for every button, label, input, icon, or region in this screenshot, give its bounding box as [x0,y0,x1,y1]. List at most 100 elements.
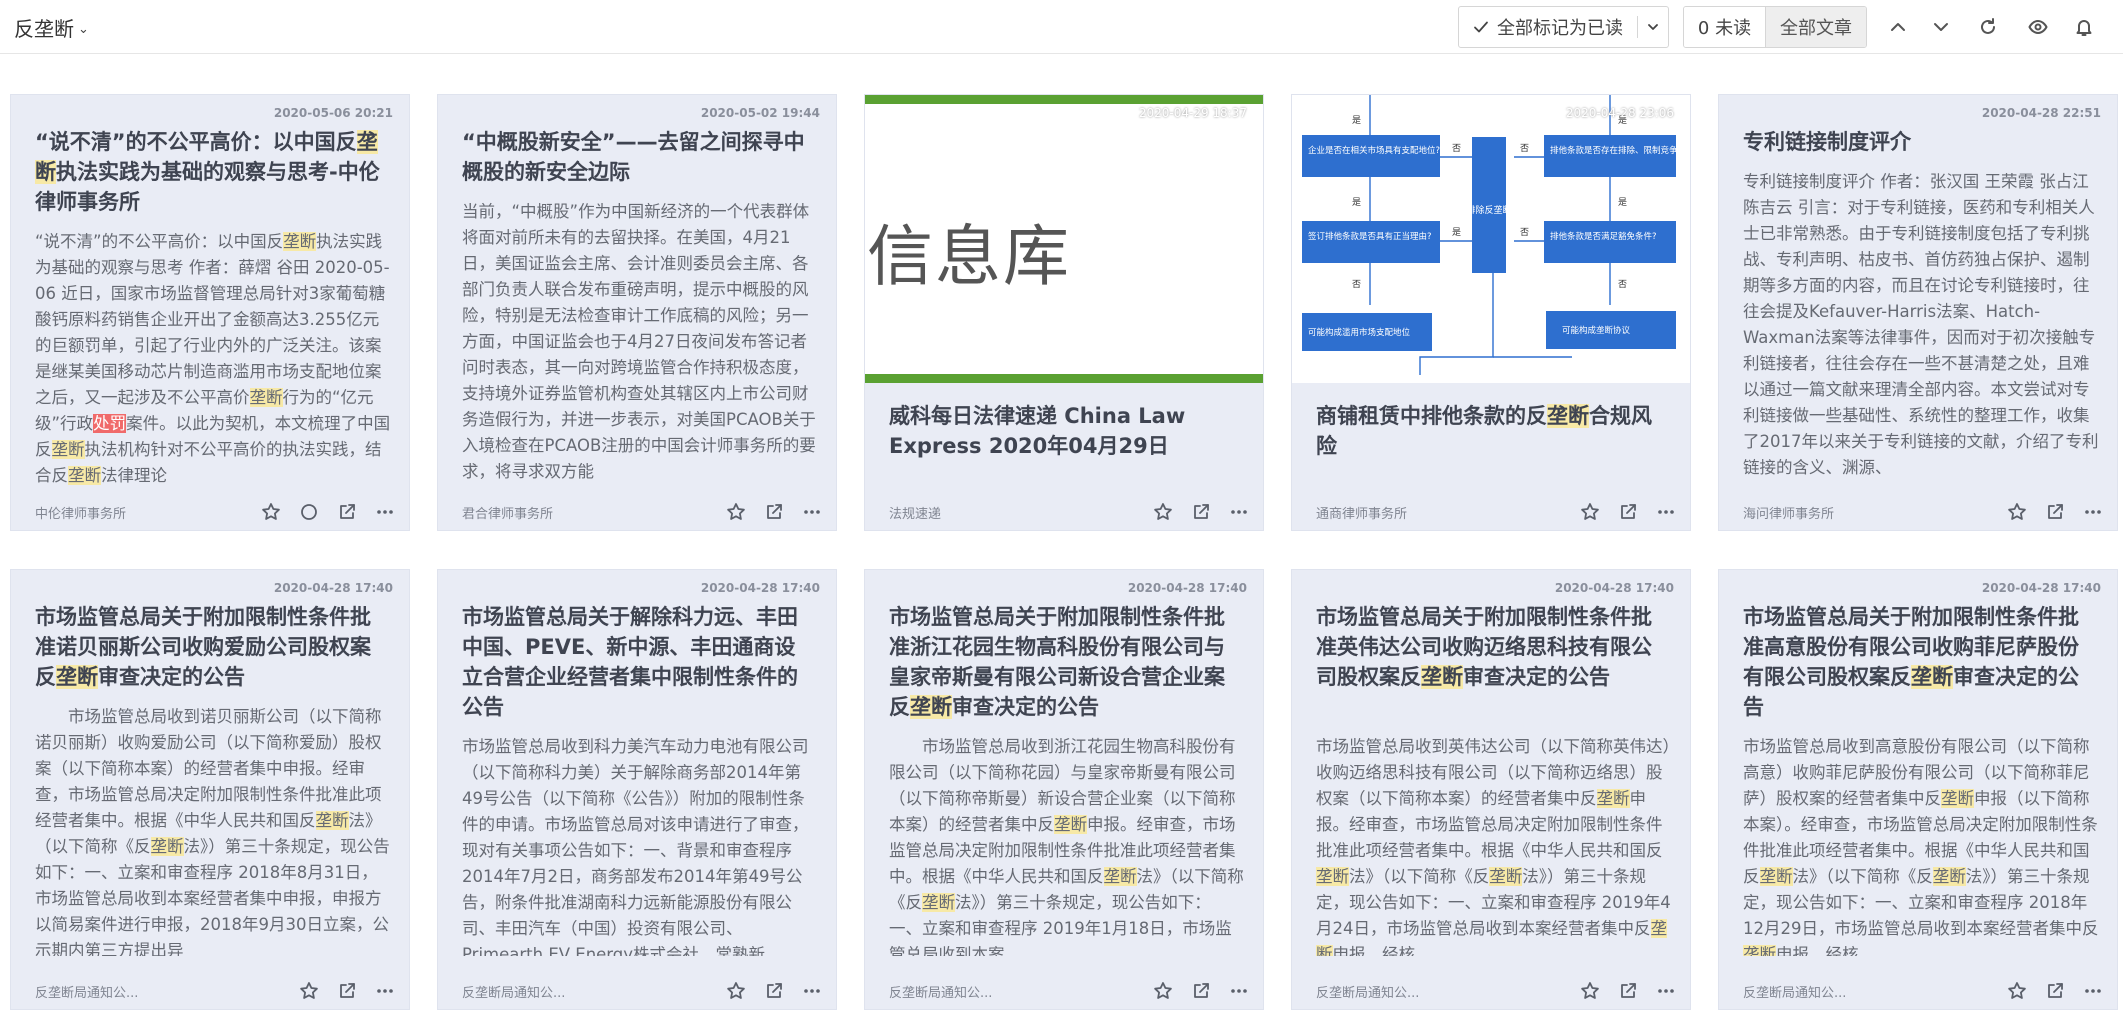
article-footer: 反垄断局通知公... [1316,973,1680,1009]
flow-no: 否 [1352,279,1361,290]
star-icon [262,503,280,520]
article-card[interactable]: 2020-05-06 20:21 “说不清”的不公平高价：以中国反垄断执法实践为… [10,94,410,531]
star-button[interactable] [2003,977,2031,1005]
article-title: 市场监管总局关于附加限制性条件批准诺贝丽斯公司收购爱励公司股权案反垄断审查决定的… [35,605,371,689]
star-button[interactable] [722,498,750,526]
circle-icon [301,504,317,520]
open-link-button[interactable] [760,977,788,1005]
more-button[interactable] [798,977,826,1005]
article-card[interactable]: 2020-04-28 17:40 市场监管总局关于附加限制性条件批准英伟达公司收… [1291,569,1691,1010]
flow-no: 否 [1618,279,1627,290]
article-card[interactable]: 2020-04-28 17:40 市场监管总局关于附加限制性条件批准诺贝丽斯公司… [10,569,410,1010]
bell-icon [2076,20,2092,36]
star-icon [2008,982,2026,999]
mark-all-read-dropdown-button[interactable] [1638,7,1668,47]
more-button[interactable] [1225,977,1253,1005]
star-button[interactable] [2003,498,2031,526]
article-footer: 海问律师事务所 [1743,494,2107,530]
open-link-button[interactable] [333,498,361,526]
view-mode-button[interactable] [2023,12,2053,42]
more-button[interactable] [2079,498,2107,526]
article-source: 反垄断局通知公... [462,985,566,1001]
article-title: “说不清”的不公平高价：以中国反垄断执法实践为基础的观察与思考-中伦律师事务所 [35,130,380,214]
article-card[interactable]: 信息库 2020-04-29 18:37 威科每日法律速递 China Law … [864,94,1264,531]
article-title: 商铺租赁中排他条款的反垄断合规风险 [1316,404,1652,458]
open-link-button[interactable] [1187,977,1215,1005]
article-excerpt: 市场监管总局收到科力美汽车动力电池有限公司（以下简称科力美）关于解除商务部201… [462,737,809,956]
mark-read-button[interactable] [295,498,323,526]
flow-yes: 是 [1352,115,1361,126]
article-excerpt: 市场监管总局收到诺贝丽斯公司（以下简称诺贝丽斯）收购爱励公司（以下简称爱励）股权… [35,707,390,956]
open-link-button[interactable] [1614,977,1642,1005]
star-icon [727,503,745,520]
article-source: 反垄断局通知公... [1316,985,1420,1001]
open-link-button[interactable] [760,498,788,526]
article-footer: 反垄断局通知公... [1743,973,2107,1009]
article-footer: 反垄断局通知公... [462,973,826,1009]
star-button[interactable] [1149,498,1177,526]
more-icon [1658,989,1674,993]
mark-all-read-button-group: 全部标记为已读 [1458,6,1669,48]
external-link-icon [1621,504,1636,519]
more-button[interactable] [2079,977,2107,1005]
more-button[interactable] [371,498,399,526]
previous-article-button[interactable] [1883,12,1913,42]
article-date: 2020-04-28 17:40 [700,581,820,595]
flow-no: 否 [1452,143,1461,154]
article-card[interactable]: 企业是否在相关市场具有支配地位? 签订排他条款是否具有正当理由? 排他条款是否存… [1291,94,1691,531]
flow-result-2: 可能构成垄断协议 [1562,325,1631,336]
article-card[interactable]: 2020-04-28 22:51 专利链接制度评介 专利链接制度评介 作者：张汉… [1718,94,2118,531]
star-button[interactable] [722,977,750,1005]
flow-no: 否 [1520,227,1529,238]
article-card[interactable]: 2020-04-28 17:40 市场监管总局关于附加限制性条件批准浙江花园生物… [864,569,1264,1010]
flow-q4: 排他条款是否满足豁免条件? [1550,231,1657,242]
article-footer: 君合律师事务所 [462,494,826,530]
chevron-up-icon [1891,23,1905,31]
article-excerpt: 专利链接制度评介 作者：张汉国 王荣霞 张占江 陈吉云 引言：对于专利链接，医药… [1743,172,2099,477]
notifications-button[interactable] [2069,12,2099,42]
next-article-button[interactable] [1926,12,1956,42]
flowchart-image: 企业是否在相关市场具有支配地位? 签订排他条款是否具有正当理由? 排他条款是否存… [1302,95,1690,375]
more-button[interactable] [1225,498,1253,526]
more-icon [1231,510,1247,514]
open-link-button[interactable] [333,977,361,1005]
star-button[interactable] [1576,977,1604,1005]
open-link-button[interactable] [1187,498,1215,526]
article-card[interactable]: 2020-04-28 17:40 市场监管总局关于解除科力远、丰田中国、PEVE… [437,569,837,1010]
article-footer: 中伦律师事务所 [35,494,399,530]
article-footer: 通商律师事务所 [1316,494,1680,530]
article-title: 市场监管总局关于附加限制性条件批准浙江花园生物高科股份有限公司与皇家帝斯曼有限公… [889,605,1225,719]
article-card[interactable]: 2020-05-02 19:44 “中概股新安全”——去留之间探寻中概股的新安全… [437,94,837,531]
article-card[interactable]: 2020-04-28 17:40 市场监管总局关于附加限制性条件批准高意股份有限… [1718,569,2118,1010]
filter-unread-button[interactable]: 0 未读 [1684,7,1766,47]
filter-all-articles-button[interactable]: 全部文章 [1766,7,1866,47]
star-button[interactable] [295,977,323,1005]
star-icon [2008,503,2026,520]
mark-all-read-label: 全部标记为已读 [1497,18,1623,39]
mark-all-read-button[interactable]: 全部标记为已读 [1459,7,1637,47]
more-button[interactable] [1652,498,1680,526]
feed-title-dropdown[interactable]: 反垄断 ⌄ [14,13,89,42]
more-button[interactable] [371,977,399,1005]
refresh-button[interactable] [1973,12,2003,42]
article-date: 2020-04-28 17:40 [1981,581,2101,595]
star-icon [1154,982,1172,999]
more-button[interactable] [798,498,826,526]
more-icon [1231,989,1247,993]
more-icon [804,510,820,514]
open-link-button[interactable] [1614,498,1642,526]
flow-q1: 企业是否在相关市场具有支配地位? [1308,145,1440,156]
article-date: 2020-05-06 20:21 [273,106,393,120]
more-button[interactable] [1652,977,1680,1005]
check-icon [1474,21,1488,33]
star-button[interactable] [257,498,285,526]
open-link-button[interactable] [2041,977,2069,1005]
star-button[interactable] [1149,977,1177,1005]
article-source: 反垄断局通知公... [889,985,993,1001]
article-title: 威科每日法律速递 China Law Express 2020年04月29日 [889,404,1186,458]
article-date: 2020-04-28 17:40 [1127,581,1247,595]
open-link-button[interactable] [2041,498,2069,526]
article-excerpt: 市场监管总局收到高意股份有限公司（以下简称高意）收购菲尼萨股份有限公司（以下简称… [1743,734,2099,956]
star-button[interactable] [1576,498,1604,526]
article-source: 中伦律师事务所 [35,506,127,522]
